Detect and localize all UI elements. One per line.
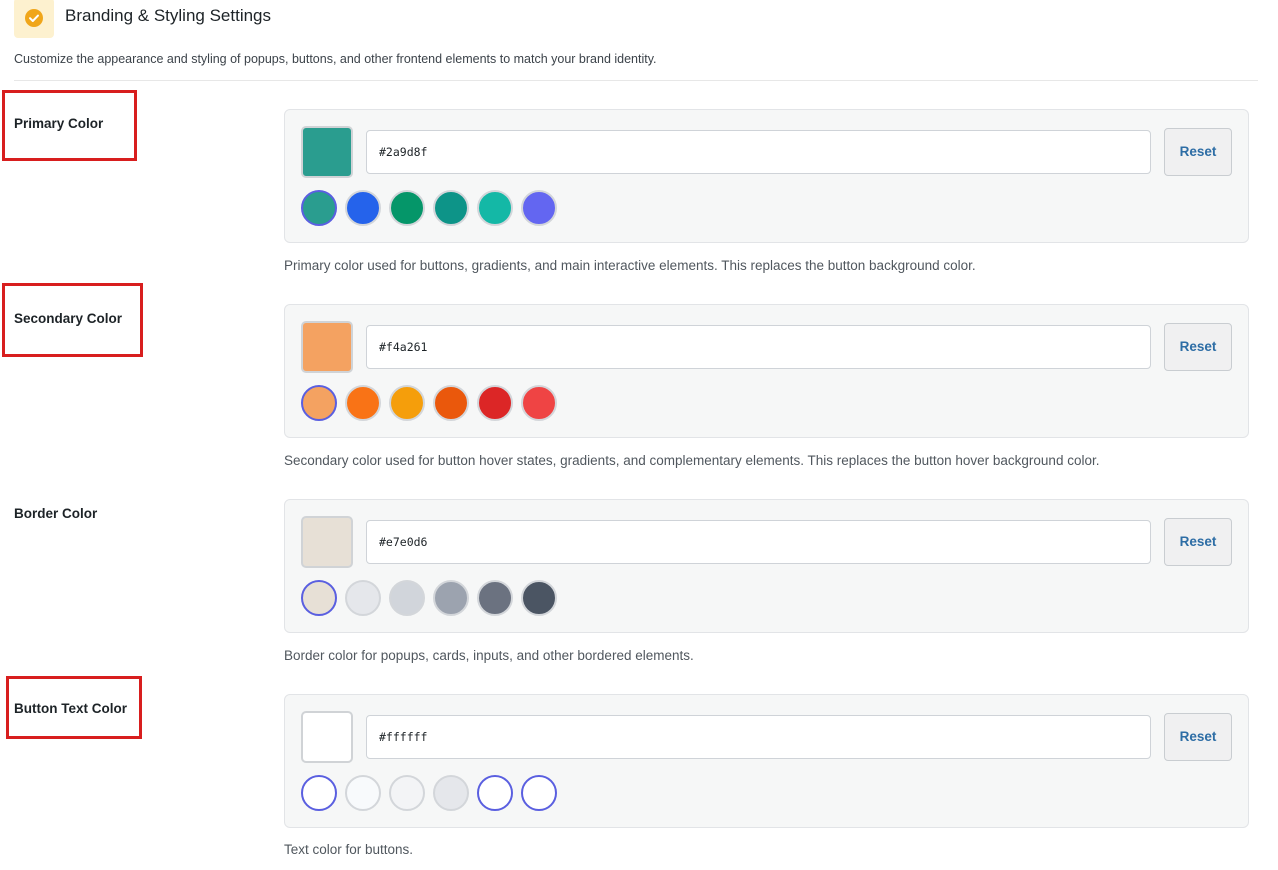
preset-color-swatch[interactable] <box>433 580 469 616</box>
color-swatch[interactable] <box>301 711 353 763</box>
preset-color-swatch[interactable] <box>301 775 337 811</box>
preset-color-swatch[interactable] <box>521 775 557 811</box>
preset-color-swatch[interactable] <box>345 775 381 811</box>
preset-color-swatch[interactable] <box>433 190 469 226</box>
preset-color-swatch[interactable] <box>477 775 513 811</box>
setting-row-primary-color: Primary Color #2a9d8f Reset Primary colo… <box>0 90 1278 285</box>
color-swatch[interactable] <box>301 516 353 568</box>
setting-label: Border Color <box>14 506 98 521</box>
preset-color-swatch[interactable] <box>301 580 337 616</box>
setting-label: Secondary Color <box>14 311 123 326</box>
preset-color-swatch[interactable] <box>521 385 557 421</box>
preset-color-swatch[interactable] <box>521 190 557 226</box>
setting-help-text: Text color for buttons. <box>284 842 414 857</box>
page-title: Branding & Styling Settings <box>65 6 272 25</box>
reset-button[interactable]: Reset <box>1164 713 1232 761</box>
hex-input[interactable]: #e7e0d6 <box>366 520 1151 564</box>
color-swatch[interactable] <box>301 321 353 373</box>
preset-color-swatch[interactable] <box>477 580 513 616</box>
preset-colors <box>301 385 601 421</box>
preset-color-swatch[interactable] <box>345 580 381 616</box>
hex-input[interactable]: #2a9d8f <box>366 130 1151 174</box>
setting-label: Button Text Color <box>14 701 127 716</box>
setting-row-border-color: Border Color #e7e0d6 Reset Border color … <box>0 480 1278 675</box>
page-description: Customize the appearance and styling of … <box>14 52 657 66</box>
setting-help-text: Border color for popups, cards, inputs, … <box>284 648 694 663</box>
preset-color-swatch[interactable] <box>521 580 557 616</box>
reset-button[interactable]: Reset <box>1164 323 1232 371</box>
hex-input[interactable]: #ffffff <box>366 715 1151 759</box>
preset-color-swatch[interactable] <box>301 190 337 226</box>
reset-button[interactable]: Reset <box>1164 518 1232 566</box>
reset-button[interactable]: Reset <box>1164 128 1232 176</box>
setting-label: Primary Color <box>14 116 104 131</box>
check-circle-icon <box>25 9 43 27</box>
preset-color-swatch[interactable] <box>345 385 381 421</box>
hex-input[interactable]: #f4a261 <box>366 325 1151 369</box>
color-swatch[interactable] <box>301 126 353 178</box>
color-picker-card: #f4a261 Reset <box>284 304 1249 438</box>
preset-color-swatch[interactable] <box>477 385 513 421</box>
preset-color-swatch[interactable] <box>389 385 425 421</box>
setting-row-secondary-color: Secondary Color #f4a261 Reset Secondary … <box>0 283 1278 480</box>
preset-color-swatch[interactable] <box>389 580 425 616</box>
preset-color-swatch[interactable] <box>389 190 425 226</box>
color-picker-card: #ffffff Reset <box>284 694 1249 828</box>
preset-color-swatch[interactable] <box>477 190 513 226</box>
color-picker-card: #e7e0d6 Reset <box>284 499 1249 633</box>
setting-help-text: Primary color used for buttons, gradient… <box>284 258 976 273</box>
header-icon-container <box>14 0 54 38</box>
header-divider <box>14 80 1258 81</box>
preset-color-swatch[interactable] <box>389 775 425 811</box>
preset-color-swatch[interactable] <box>433 385 469 421</box>
settings-header: Branding & Styling Settings <box>14 0 1258 40</box>
setting-help-text: Secondary color used for button hover st… <box>284 453 1100 468</box>
preset-color-swatch[interactable] <box>345 190 381 226</box>
preset-colors <box>301 580 601 616</box>
setting-row-button-text-color: Button Text Color #ffffff Reset Text col… <box>0 675 1278 870</box>
preset-colors <box>301 190 601 226</box>
preset-colors <box>301 775 601 811</box>
color-picker-card: #2a9d8f Reset <box>284 109 1249 243</box>
preset-color-swatch[interactable] <box>433 775 469 811</box>
preset-color-swatch[interactable] <box>301 385 337 421</box>
